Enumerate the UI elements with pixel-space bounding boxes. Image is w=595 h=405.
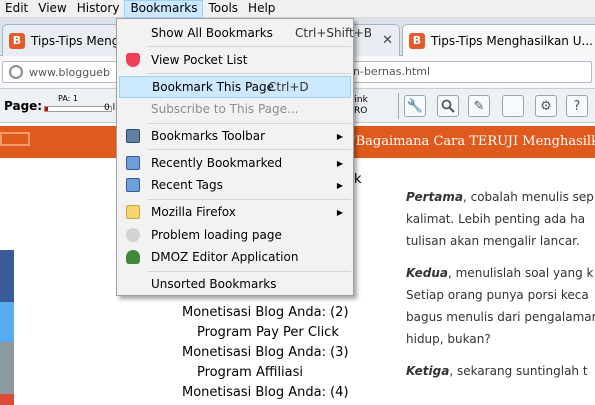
gear-icon[interactable]: ⚙	[535, 95, 557, 117]
tab-2[interactable]: B Tips-Tips Menghasilkan U...	[402, 24, 595, 56]
menu-item-unsorted-bookmarks[interactable]: Unsorted Bookmarks	[119, 273, 351, 295]
submenu-arrow-icon: ▶	[336, 207, 343, 217]
menu-bar: Edit View History Bookmarks Tools Help	[0, 0, 595, 18]
search-folder-icon	[126, 156, 140, 170]
close-icon[interactable]: ✕	[378, 33, 393, 48]
share-google[interactable]	[0, 394, 14, 405]
menu-separator	[147, 46, 351, 47]
menu-separator	[147, 271, 351, 272]
related-line2: Program Pay Per Click	[197, 325, 339, 340]
menu-edit[interactable]: Edit	[0, 0, 33, 18]
search-icon[interactable]	[437, 95, 459, 117]
menu-item-label: Bookmarks Toolbar	[151, 129, 266, 143]
pocket-icon	[126, 53, 140, 67]
paragraph-text: hidup, bukan?	[406, 332, 491, 346]
folder-icon	[126, 205, 140, 219]
menu-separator	[147, 149, 351, 150]
blogger-favicon-icon: B	[409, 32, 425, 49]
related-post-link[interactable]: Monetisasi Blog Anda: (2) Program Pay Pe…	[170, 303, 360, 343]
menu-history[interactable]: History	[72, 0, 125, 18]
help-icon[interactable]: ?	[566, 95, 588, 117]
menu-help[interactable]: Help	[243, 0, 280, 18]
menu-item-problem-loading-page[interactable]: Problem loading page	[119, 224, 351, 246]
submenu-arrow-icon: ▶	[336, 180, 343, 190]
toolbar-separator	[398, 93, 399, 119]
text-fragment: k	[354, 172, 362, 187]
menu-item-label: Recently Bookmarked	[151, 156, 283, 170]
menu-item-label: DMOZ Editor Application	[151, 250, 299, 264]
menu-item-recent-tags[interactable]: Recent Tags ▶	[119, 174, 351, 196]
menu-item-view-pocket-list[interactable]: View Pocket List	[119, 49, 351, 71]
menu-bookmarks[interactable]: Bookmarks	[124, 0, 204, 18]
paragraph-1: Pertama, cobalah menulis sep kalimat. Le…	[406, 186, 595, 252]
related-posts: Monetisasi Blog Anda: (2) Program Pay Pe…	[170, 303, 360, 403]
paragraph-text: , sekarang suntinglah t	[449, 364, 588, 378]
blank-button[interactable]	[502, 95, 524, 117]
wrench-icon[interactable]: 🔧	[404, 95, 426, 117]
paragraph-lead: Kedua	[406, 266, 449, 280]
menu-item-label: Subscribe to This Page...	[151, 102, 299, 116]
paragraph-2: Kedua, menulislah soal yang k Setiap ora…	[406, 262, 595, 350]
menu-item-shortcut: Ctrl+Shift+B	[295, 26, 372, 40]
pa-progress-bar	[44, 106, 112, 112]
related-post-link[interactable]: Monetisasi Blog Anda: (3) Program Affili…	[170, 343, 360, 383]
menu-item-label: Show All Bookmarks	[151, 26, 273, 40]
tab-title: Tips-Tips Menghasilkan U...	[431, 33, 593, 48]
pa-label: PA: 1	[58, 94, 78, 103]
paragraph-text: , menulislah soal yang k	[448, 266, 594, 280]
globe-icon	[9, 65, 23, 79]
menu-separator	[147, 199, 351, 200]
menu-item-label: Recent Tags	[151, 178, 223, 192]
menu-item-bookmark-this-page[interactable]: Bookmark This Page Ctrl+D	[119, 76, 351, 98]
menu-separator	[147, 73, 351, 74]
menu-item-recently-bookmarked[interactable]: Recently Bookmarked ▶	[119, 152, 351, 174]
menu-item-subscribe[interactable]: Subscribe to This Page...	[119, 98, 351, 120]
paragraph-text: Setiap orang punya porsi keca	[406, 288, 589, 302]
menu-item-label: Problem loading page	[151, 228, 282, 242]
menu-item-show-all-bookmarks[interactable]: Show All Bookmarks Ctrl+Shift+B	[119, 22, 372, 44]
share-other[interactable]	[0, 342, 14, 402]
related-line1: Monetisasi Blog Anda: (4)	[182, 385, 349, 400]
url-text-end: n-bernas.html	[353, 65, 431, 78]
menu-item-label: View Pocket List	[151, 53, 248, 67]
blogger-favicon-icon: B	[9, 32, 25, 49]
menu-item-dmoz-editor[interactable]: DMOZ Editor Application	[119, 246, 351, 268]
share-twitter[interactable]	[0, 302, 14, 342]
menu-item-mozilla-firefox[interactable]: Mozilla Firefox ▶	[119, 201, 351, 223]
bookmarks-dropdown: Show All Bookmarks Ctrl+Shift+B View Poc…	[116, 18, 372, 296]
related-post-link[interactable]: Monetisasi Blog Anda: (4)	[170, 383, 360, 403]
related-line1: Monetisasi Blog Anda: (2)	[182, 305, 349, 320]
url-text-start: www.bloggueb	[29, 65, 110, 79]
submenu-arrow-icon: ▶	[336, 158, 343, 168]
paragraph-text: , cobalah menulis sep	[462, 190, 594, 204]
dmoz-icon	[126, 250, 140, 264]
related-line2: Program Affiliasi	[197, 365, 304, 380]
paragraph-3: Ketiga, sekarang suntinglah t	[406, 360, 595, 382]
paragraph-text: tulisan akan mengalir lancar.	[406, 234, 580, 248]
menu-item-shortcut: Ctrl+D	[268, 80, 309, 94]
paragraph-text: kalimat. Lebih penting ada ha	[406, 212, 586, 226]
banner-title[interactable]: 'Bagaimana Cara TERUJI Menghasilka	[352, 134, 595, 149]
search-folder-icon	[126, 178, 140, 192]
menu-separator	[147, 123, 351, 124]
paragraph-lead: Ketiga	[406, 364, 450, 378]
menu-tools[interactable]: Tools	[203, 0, 243, 18]
menu-item-label: Bookmark This Page	[152, 80, 274, 94]
related-line1: Monetisasi Blog Anda: (3)	[182, 345, 349, 360]
menu-item-bookmarks-toolbar[interactable]: Bookmarks Toolbar ▶	[119, 125, 351, 147]
toolbar-icon	[126, 129, 140, 143]
paragraph-lead: Pertama	[406, 190, 463, 204]
menu-item-label: Mozilla Firefox	[151, 205, 236, 219]
pencil-icon[interactable]: ✎	[468, 95, 490, 117]
share-facebook[interactable]	[0, 250, 14, 302]
submenu-arrow-icon: ▶	[336, 131, 343, 141]
paragraph-text: bagus menulis dari pengalamar	[406, 310, 595, 324]
banner-logo	[0, 132, 30, 146]
globe-icon	[126, 228, 140, 242]
article-body: Pertama, cobalah menulis sep kalimat. Le…	[406, 186, 595, 392]
menu-view[interactable]: View	[33, 0, 71, 18]
page-label: Page:	[4, 99, 43, 113]
menu-item-label: Unsorted Bookmarks	[151, 277, 277, 291]
